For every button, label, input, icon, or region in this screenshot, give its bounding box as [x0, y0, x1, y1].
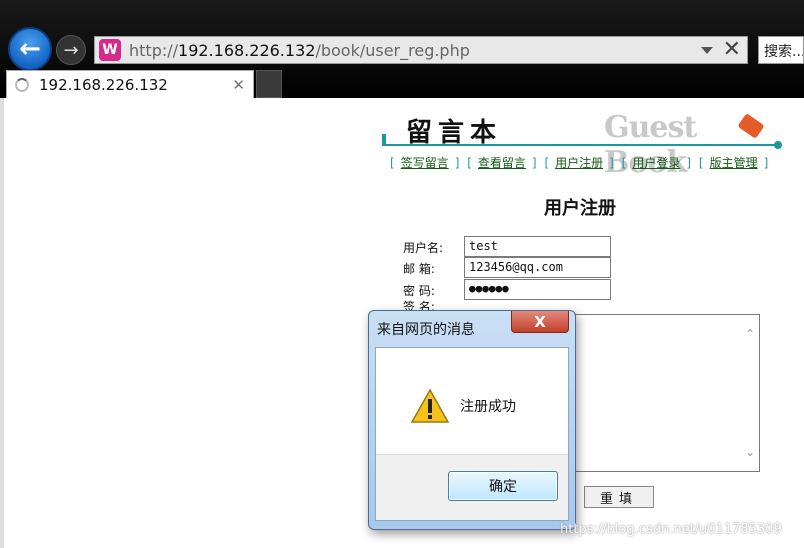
dialog-body: 注册成功 确定	[375, 347, 569, 521]
alert-dialog: 来自网页的消息 X 注册成功 确定	[368, 310, 576, 530]
forward-button[interactable]: →	[56, 35, 86, 65]
dialog-message: 注册成功	[460, 399, 516, 415]
signature-textarea[interactable]: ⌃ ⌄	[574, 314, 760, 472]
loading-spinner-icon	[15, 77, 29, 92]
close-icon: X	[534, 312, 546, 331]
nav-sign-guestbook[interactable]: 签写留言	[401, 156, 449, 170]
email-field[interactable]: 123456@qq.com	[464, 257, 611, 278]
url-path: /book/user_reg.php	[315, 40, 470, 60]
nav-view-messages[interactable]: 查看留言	[478, 156, 526, 170]
address-bar[interactable]: W http://192.168.226.132/book/user_reg.p…	[94, 36, 748, 64]
dialog-title: 来自网页的消息	[377, 322, 475, 338]
url-text: http://192.168.226.132/book/user_reg.php	[129, 41, 470, 60]
nav-user-login[interactable]: 用户登录	[632, 156, 680, 170]
url-scheme: http://	[129, 40, 179, 60]
new-tab-button[interactable]	[256, 70, 282, 98]
reset-button[interactable]: 重填	[584, 486, 654, 508]
site-favicon-icon: W	[99, 39, 121, 61]
dialog-close-button[interactable]: X	[511, 311, 569, 333]
password-field[interactable]: ●●●●●●	[464, 279, 611, 300]
tab-active[interactable]: 192.168.226.132 ✕	[6, 70, 254, 98]
browser-toolbar: ← → W http://192.168.226.132/book/user_r…	[0, 0, 804, 98]
email-label: 邮 箱:	[403, 262, 435, 276]
warning-icon	[410, 388, 450, 423]
password-label: 密 码:	[403, 284, 435, 298]
arrow-right-icon: →	[63, 39, 79, 61]
ok-button[interactable]: 确定	[448, 471, 558, 501]
address-dropdown-icon[interactable]	[700, 46, 713, 54]
nav-user-register[interactable]: 用户注册	[555, 156, 603, 170]
scroll-down-icon[interactable]: ⌄	[745, 445, 755, 459]
nav-admin[interactable]: 版主管理	[710, 156, 758, 170]
site-nav: [签写留言] [查看留言] [用户注册] [用户登录] [版主管理]	[390, 156, 769, 170]
tab-title: 192.168.226.132	[39, 75, 168, 94]
site-logo: 留言本 Guest Book	[382, 110, 782, 180]
page-title: 用户注册	[544, 198, 616, 219]
dialog-footer: 确定	[376, 454, 568, 520]
username-field[interactable]: test	[464, 236, 611, 257]
tab-close-icon[interactable]: ✕	[232, 76, 245, 94]
stop-icon[interactable]: ✕	[723, 39, 741, 61]
watermark-text: https://blog.csdn.net/u011785309	[560, 522, 782, 537]
arrow-left-icon: ←	[19, 34, 41, 64]
url-host: 192.168.226.132	[178, 40, 316, 60]
logo-divider	[382, 134, 782, 149]
username-label: 用户名:	[403, 241, 444, 255]
scroll-up-icon[interactable]: ⌃	[745, 327, 755, 341]
search-input[interactable]: 搜索...	[758, 36, 804, 64]
back-button[interactable]: ←	[8, 27, 52, 71]
